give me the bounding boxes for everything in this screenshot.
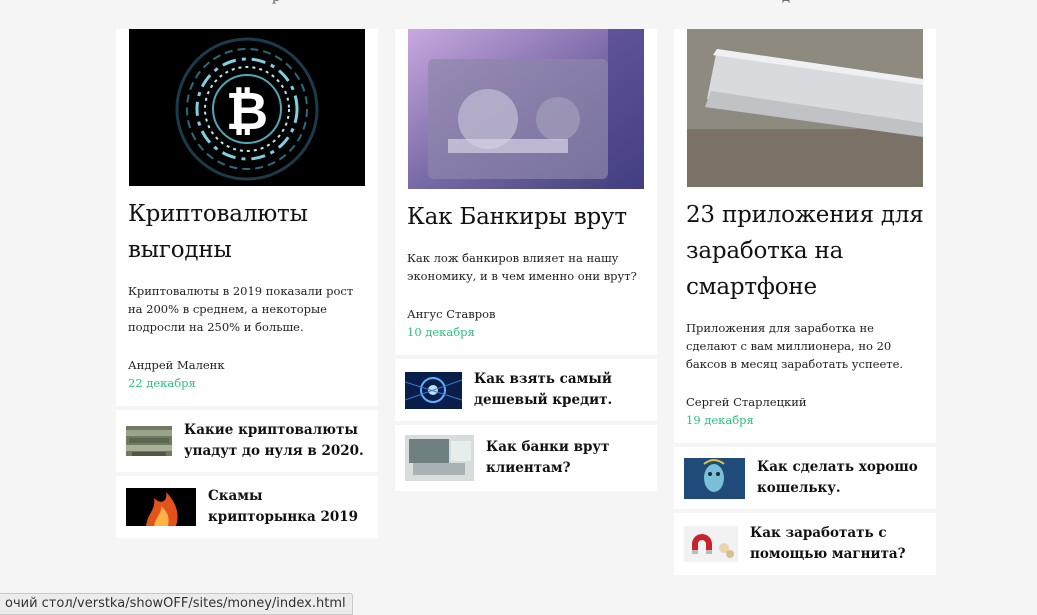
related-article[interactable]: Как заработать с помощью магнита? (674, 513, 936, 575)
related-article-title: Как взять самый дешевый кредит. (474, 371, 613, 408)
related-article-title: Как банки врут клиентам? (486, 439, 610, 476)
related-article[interactable]: Какие криптовалюты упадут до нуля в 2020… (116, 410, 378, 472)
article-column-1: ₿ Криптовалюты выгодны Криптовалюты в 20… (116, 0, 378, 538)
related-article[interactable]: Скамы крипторынка 2019 (116, 476, 378, 538)
money-pile-thumb (126, 426, 172, 456)
svg-text:₿: ₿ (226, 82, 268, 142)
related-article-title: Скамы крипторынка 2019 (208, 488, 359, 525)
article-date: 19 декабря (686, 413, 754, 427)
article-card[interactable]: 23 приложения для заработка на смартфоне… (674, 29, 936, 443)
related-article[interactable]: Как сделать хорошо кошельку. (674, 447, 936, 509)
bitcoin-image[interactable]: ₿ (129, 29, 365, 186)
fire-thumb (126, 488, 196, 526)
article-author: Ангус Ставров (407, 307, 496, 321)
article-author: Андрей Маленк (128, 358, 225, 372)
related-article-title: Как заработать с помощью магнита? (750, 525, 906, 562)
article-date: 22 декабря (128, 376, 196, 390)
article-card[interactable]: Как Банкиры врут Как лож банкиров влияет… (395, 29, 657, 355)
article-column-2: Как Банкиры врут Как лож банкиров влияет… (395, 0, 657, 491)
network-thumb (405, 371, 462, 409)
smartphones-image[interactable] (687, 29, 923, 187)
related-article-title: Какие криптовалюты упадут до нуля в 2020… (184, 422, 364, 459)
article-title[interactable]: 23 приложения для заработка на смартфоне (686, 197, 924, 305)
link-status-bar: очий стол/verstka/showOFF/sites/money/in… (0, 593, 353, 615)
article-description: Как лож банкиров влияет на нашу экономик… (407, 251, 637, 283)
magnet-thumb (684, 526, 738, 562)
article-description: Криптовалюты в 2019 показали рост на 200… (128, 284, 354, 334)
article-title[interactable]: Криптовалюты выгодны (128, 196, 366, 268)
article-title[interactable]: Как Банкиры врут (407, 199, 645, 235)
vault-door-image[interactable] (408, 29, 644, 189)
related-article[interactable]: Как банки врут клиентам? (395, 425, 657, 491)
face-art-thumb (684, 457, 745, 499)
laptop-thumb (405, 435, 474, 481)
related-article[interactable]: Как взять самый дешевый кредит. (395, 359, 657, 421)
article-date: 10 декабря (407, 325, 475, 339)
article-column-3: 23 приложения для заработка на смартфоне… (674, 0, 936, 575)
article-author: Сергей Старлецкий (686, 395, 807, 409)
article-card[interactable]: ₿ Криптовалюты выгодны Криптовалюты в 20… (116, 29, 378, 406)
article-description: Приложения для заработка не сделают с ва… (686, 321, 904, 371)
related-article-title: Как сделать хорошо кошельку. (757, 459, 918, 496)
